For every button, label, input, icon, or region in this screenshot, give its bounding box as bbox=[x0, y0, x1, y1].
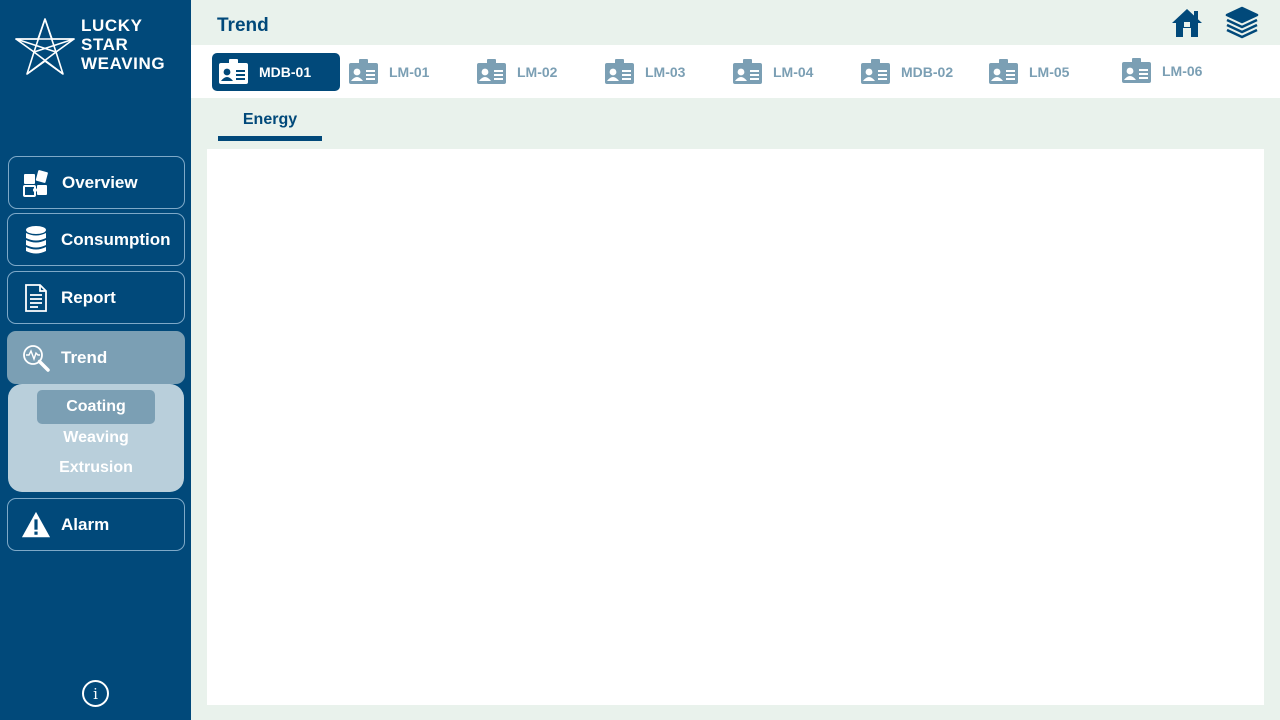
id-card-icon bbox=[477, 59, 506, 84]
layers-icon[interactable] bbox=[1224, 6, 1259, 40]
database-icon bbox=[21, 225, 51, 255]
document-icon bbox=[21, 283, 51, 313]
brand-line-2: STAR bbox=[81, 35, 129, 54]
tab-label: LM-04 bbox=[773, 64, 814, 80]
sidebar-item-label: Trend bbox=[61, 347, 108, 367]
brand-logo[interactable]: LUCKY STAR WEAVING bbox=[14, 14, 184, 80]
magnifier-icon bbox=[21, 343, 51, 373]
brand-name: LUCKY STAR WEAVING bbox=[81, 16, 165, 73]
tab-label: LM-02 bbox=[517, 64, 558, 80]
tab-lm-03[interactable]: LM-03 bbox=[598, 53, 718, 91]
id-card-icon bbox=[219, 59, 248, 84]
sidebar-item-overview[interactable]: Overview bbox=[8, 156, 185, 209]
tab-label: MDB-01 bbox=[259, 64, 312, 80]
subtab-energy[interactable]: Energy bbox=[218, 108, 322, 141]
sidebar-item-label: Alarm bbox=[61, 514, 110, 534]
puzzle-icon bbox=[22, 168, 52, 198]
id-card-icon bbox=[861, 59, 890, 84]
sidebar-item-consumption[interactable]: Consumption bbox=[7, 213, 185, 266]
tab-label: LM-05 bbox=[1029, 64, 1070, 80]
submenu-item-weaving[interactable]: Weaving bbox=[37, 421, 155, 455]
id-card-icon bbox=[989, 59, 1018, 84]
id-card-icon bbox=[349, 59, 378, 84]
sidebar-item-alarm[interactable]: Alarm bbox=[7, 498, 185, 551]
star-icon bbox=[15, 18, 75, 75]
device-tab-bar: MDB-01 LM-01 LM-02 LM-03 LM-04 MDB-02 LM… bbox=[191, 45, 1280, 98]
tab-mdb-01[interactable]: MDB-01 bbox=[212, 53, 340, 91]
tab-label: MDB-02 bbox=[901, 64, 954, 80]
tab-mdb-02[interactable]: MDB-02 bbox=[854, 53, 979, 91]
info-button[interactable]: i bbox=[82, 680, 109, 707]
sidebar-item-label: Report bbox=[61, 287, 116, 307]
tab-lm-05[interactable]: LM-05 bbox=[982, 53, 1102, 91]
sidebar-item-label: Overview bbox=[62, 172, 138, 192]
trend-chart-area bbox=[207, 149, 1264, 705]
trend-submenu: Coating Weaving Extrusion bbox=[8, 384, 184, 492]
page-title: Trend bbox=[217, 15, 269, 36]
tab-lm-06[interactable]: LM-06 bbox=[1115, 52, 1235, 90]
warning-icon bbox=[21, 510, 51, 540]
tab-lm-02[interactable]: LM-02 bbox=[470, 53, 590, 91]
submenu-item-coating[interactable]: Coating bbox=[37, 390, 155, 424]
home-icon[interactable] bbox=[1170, 6, 1204, 40]
tab-lm-04[interactable]: LM-04 bbox=[726, 53, 846, 91]
sidebar-item-report[interactable]: Report bbox=[7, 271, 185, 324]
brand-line-3: WEAVING bbox=[81, 54, 166, 73]
sidebar-item-trend[interactable]: Trend bbox=[7, 331, 185, 384]
tab-label: LM-03 bbox=[645, 64, 686, 80]
tab-label: LM-06 bbox=[1162, 63, 1203, 79]
brand-line-1: LUCKY bbox=[81, 16, 143, 35]
submenu-item-extrusion[interactable]: Extrusion bbox=[37, 451, 155, 485]
id-card-icon bbox=[733, 59, 762, 84]
sidebar-item-label: Consumption bbox=[61, 229, 171, 249]
id-card-icon bbox=[605, 59, 634, 84]
tab-lm-01[interactable]: LM-01 bbox=[342, 53, 462, 91]
tab-label: LM-01 bbox=[389, 64, 430, 80]
id-card-icon bbox=[1122, 58, 1151, 83]
sidebar: LUCKY STAR WEAVING Overview Consumption … bbox=[0, 0, 191, 720]
